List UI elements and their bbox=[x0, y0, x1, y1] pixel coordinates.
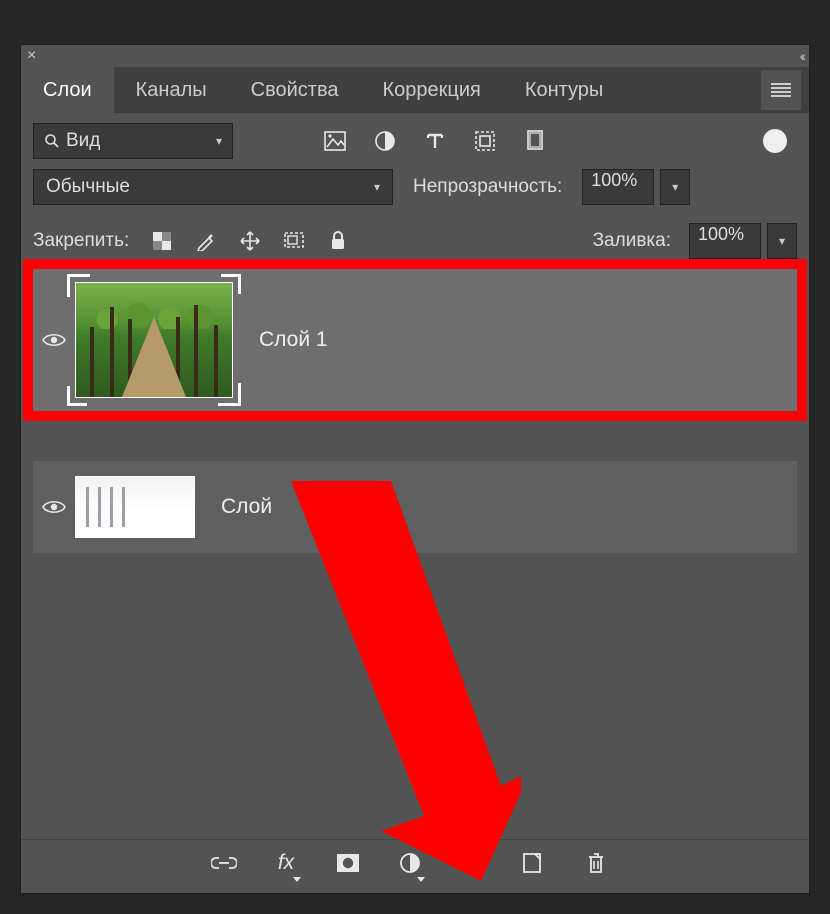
pixel-layer-filter-icon[interactable] bbox=[323, 129, 347, 153]
close-icon[interactable]: × bbox=[27, 47, 36, 65]
type-layer-filter-icon[interactable] bbox=[423, 129, 447, 153]
fill-dropdown[interactable]: ▾ bbox=[767, 223, 797, 259]
smart-object-filter-icon[interactable] bbox=[523, 129, 547, 153]
opacity-input[interactable]: 100% bbox=[582, 169, 654, 205]
tab-adjustments[interactable]: Коррекция bbox=[360, 67, 502, 114]
lock-pixels-icon[interactable] bbox=[195, 230, 217, 252]
fx-text: fx bbox=[278, 851, 294, 875]
delete-layer-icon[interactable] bbox=[583, 850, 609, 876]
layer-thumbnail[interactable] bbox=[75, 282, 233, 398]
blend-row: Обычные ▾ Непрозрачность: 100% ▾ bbox=[21, 169, 809, 215]
filter-toggle[interactable] bbox=[763, 129, 787, 153]
visibility-toggle[interactable] bbox=[33, 499, 75, 515]
layers-panel: × ‹‹ Слои Каналы Свойства Коррекция Конт… bbox=[20, 44, 810, 894]
chevron-down-icon: ▾ bbox=[672, 180, 678, 194]
fill-control: 100% ▾ bbox=[689, 223, 797, 259]
layer-style-icon[interactable]: fx bbox=[273, 850, 299, 876]
link-layers-icon[interactable] bbox=[211, 850, 237, 876]
chevron-down-icon: ▾ bbox=[779, 234, 785, 248]
filter-row: Вид ▾ bbox=[21, 113, 809, 169]
lock-all-icon[interactable] bbox=[327, 230, 349, 252]
tabs-row: Слои Каналы Свойства Коррекция Контуры bbox=[21, 67, 809, 113]
fill-label: Заливка: bbox=[593, 230, 671, 252]
fill-input[interactable]: 100% bbox=[689, 223, 761, 259]
collapse-icon[interactable]: ‹‹ bbox=[800, 48, 803, 64]
layer-filter-select[interactable]: Вид ▾ bbox=[33, 123, 233, 159]
adjustment-layer-filter-icon[interactable] bbox=[373, 129, 397, 153]
tab-properties[interactable]: Свойства bbox=[229, 67, 361, 114]
opacity-dropdown[interactable]: ▾ bbox=[660, 169, 690, 205]
blend-mode-select[interactable]: Обычные ▾ bbox=[33, 169, 393, 205]
dropdown-triangle-icon bbox=[417, 877, 425, 882]
lock-label: Закрепить: bbox=[33, 230, 129, 252]
layer-row-1[interactable]: Слой 1 bbox=[33, 269, 797, 411]
hamburger-icon bbox=[771, 83, 791, 97]
lock-row: Закрепить: Заливка: 100% ▾ bbox=[21, 215, 809, 267]
add-mask-icon[interactable] bbox=[335, 850, 361, 876]
layer-name[interactable]: Слой 1 bbox=[259, 328, 328, 352]
layer-name[interactable]: Слой bbox=[221, 495, 272, 519]
panel-topbar: × ‹‹ bbox=[21, 45, 809, 67]
layers-bottom-toolbar: fx bbox=[21, 839, 809, 885]
filter-kind-label: Вид bbox=[66, 130, 100, 152]
visibility-toggle[interactable] bbox=[33, 332, 75, 348]
lock-artboard-icon[interactable] bbox=[283, 230, 305, 252]
adjustment-layer-icon[interactable] bbox=[397, 850, 423, 876]
tab-channels[interactable]: Каналы bbox=[114, 67, 229, 114]
opacity-label: Непрозрачность: bbox=[413, 176, 562, 198]
chevron-down-icon: ▾ bbox=[216, 134, 222, 148]
layer-thumbnail[interactable] bbox=[75, 476, 195, 538]
lock-icons bbox=[151, 230, 349, 252]
tab-paths[interactable]: Контуры bbox=[503, 67, 625, 114]
chevron-down-icon: ▾ bbox=[374, 180, 380, 194]
panel-tabs: Слои Каналы Свойства Коррекция Контуры bbox=[21, 67, 761, 114]
lock-transparency-icon[interactable] bbox=[151, 230, 173, 252]
opacity-control: 100% ▾ bbox=[582, 169, 690, 205]
shape-layer-filter-icon[interactable] bbox=[473, 129, 497, 153]
filter-type-icons bbox=[323, 129, 547, 153]
lock-position-icon[interactable] bbox=[239, 230, 261, 252]
panel-menu-button[interactable] bbox=[761, 70, 801, 110]
tab-layers[interactable]: Слои bbox=[21, 67, 114, 114]
blend-mode-value: Обычные bbox=[46, 176, 130, 198]
new-group-icon[interactable] bbox=[459, 850, 485, 876]
layers-list: Слой 1 Слой bbox=[21, 267, 809, 553]
search-icon bbox=[44, 133, 60, 149]
layer-row-2[interactable]: Слой bbox=[33, 461, 797, 553]
new-layer-icon[interactable] bbox=[521, 850, 547, 876]
dropdown-triangle-icon bbox=[293, 877, 301, 882]
